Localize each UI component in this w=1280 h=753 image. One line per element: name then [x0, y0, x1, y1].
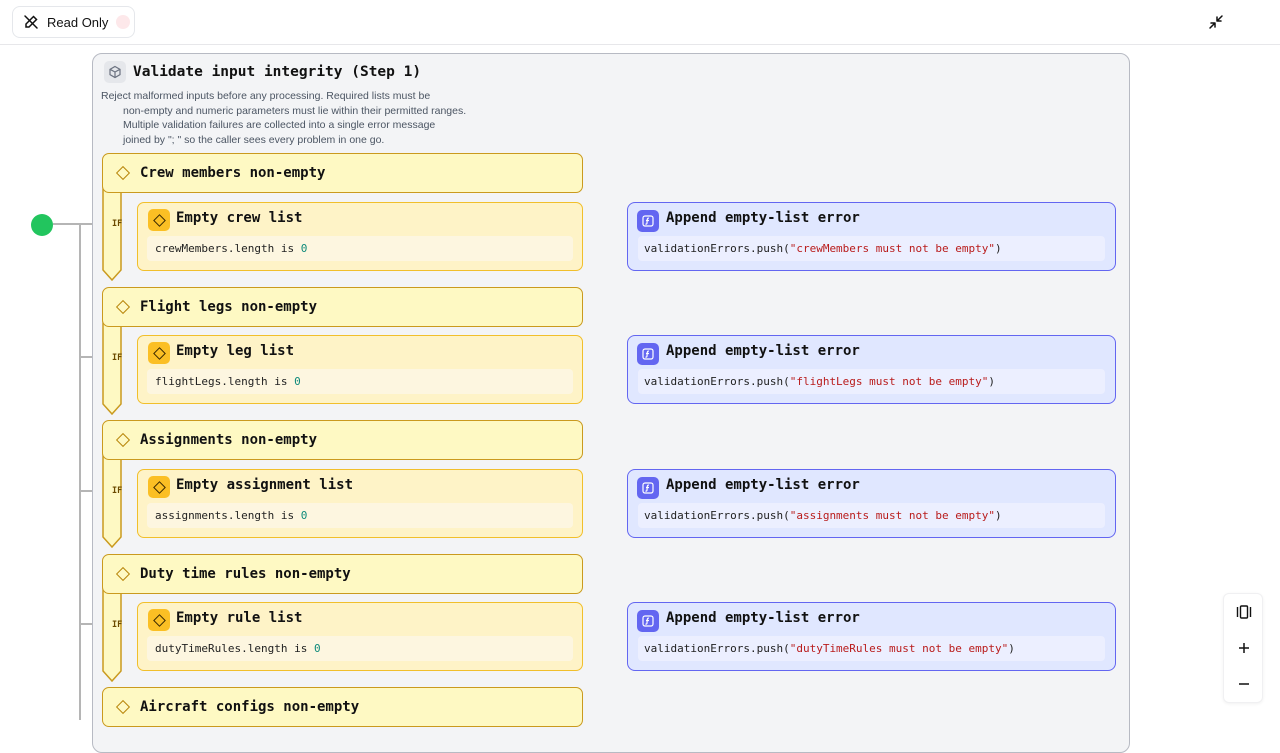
if-badge: IF	[112, 620, 123, 630]
start-node[interactable]	[31, 214, 53, 236]
description-line: Reject malformed inputs before any proce…	[101, 90, 431, 102]
if-header[interactable]: Flight legs non-empty	[102, 287, 583, 327]
diamond-icon	[115, 566, 131, 582]
condition-title: Empty crew list	[176, 210, 303, 226]
if-title: Aircraft configs non-empty	[140, 699, 360, 715]
description-line: non-empty and numeric parameters must li…	[123, 104, 467, 117]
function-icon	[637, 477, 659, 499]
if-badge: IF	[112, 219, 123, 229]
if-title: Flight legs non-empty	[140, 299, 318, 315]
if-header[interactable]: Aircraft configs non-empty	[102, 687, 583, 727]
condition-expression: crewMembers.length is 0	[147, 236, 573, 261]
description-line: Multiple validation failures are collect…	[123, 119, 436, 131]
condition-title: Empty rule list	[176, 610, 303, 626]
group-title: Validate input integrity (Step 1)	[133, 64, 422, 80]
if-title: Duty time rules non-empty	[140, 566, 351, 582]
group-header: Validate input integrity (Step 1)	[104, 61, 421, 83]
condition-node[interactable]: Empty crew list crewMembers.length is 0	[137, 202, 583, 271]
condition-title: Empty assignment list	[176, 477, 354, 493]
fit-view-icon	[1236, 605, 1252, 619]
condition-node[interactable]: Empty leg list flightLegs.length is 0	[137, 335, 583, 404]
action-node[interactable]: Append empty-list error validationErrors…	[627, 202, 1116, 271]
group-description: Reject malformed inputs before any proce…	[101, 89, 521, 147]
if-title: Crew members non-empty	[140, 165, 326, 181]
zoom-out-button[interactable]	[1224, 666, 1264, 702]
if-header[interactable]: Crew members non-empty	[102, 153, 583, 193]
if-badge: IF	[112, 353, 123, 363]
condition-expression: flightLegs.length is 0	[147, 369, 573, 394]
cube-icon	[104, 61, 126, 83]
action-code: validationErrors.push("assignments must …	[638, 503, 1105, 528]
function-icon	[637, 343, 659, 365]
if-header[interactable]: Duty time rules non-empty	[102, 554, 583, 594]
diamond-icon	[148, 342, 170, 364]
zoom-out-icon	[1239, 683, 1249, 685]
condition-node[interactable]: Empty assignment list assignments.length…	[137, 469, 583, 538]
diamond-icon	[115, 165, 131, 181]
diamond-icon	[115, 432, 131, 448]
description-line: joined by "; " so the caller sees every …	[123, 133, 385, 146]
action-title: Append empty-list error	[666, 343, 860, 359]
diamond-icon	[148, 609, 170, 631]
action-node[interactable]: Append empty-list error validationErrors…	[627, 469, 1116, 538]
action-code: validationErrors.push("flightLegs must n…	[638, 369, 1105, 394]
action-code: validationErrors.push("dutyTimeRules mus…	[638, 636, 1105, 661]
condition-expression: assignments.length is 0	[147, 503, 573, 528]
action-title: Append empty-list error	[666, 477, 860, 493]
diamond-icon	[148, 476, 170, 498]
condition-node[interactable]: Empty rule list dutyTimeRules.length is …	[137, 602, 583, 671]
if-title: Assignments non-empty	[140, 432, 318, 448]
function-icon	[637, 210, 659, 232]
if-header[interactable]: Assignments non-empty	[102, 420, 583, 460]
function-icon	[637, 610, 659, 632]
condition-expression: dutyTimeRules.length is 0	[147, 636, 573, 661]
condition-title: Empty leg list	[176, 343, 295, 359]
diamond-icon	[115, 299, 131, 315]
zoom-controls	[1223, 593, 1263, 703]
action-node[interactable]: Append empty-list error validationErrors…	[627, 602, 1116, 671]
action-code: validationErrors.push("crewMembers must …	[638, 236, 1105, 261]
diamond-icon	[115, 699, 131, 715]
action-title: Append empty-list error	[666, 610, 860, 626]
action-node[interactable]: Append empty-list error validationErrors…	[627, 335, 1116, 404]
if-badge: IF	[112, 486, 123, 496]
zoom-in-icon	[1239, 643, 1249, 653]
zoom-in-button[interactable]	[1224, 630, 1264, 666]
action-title: Append empty-list error	[666, 210, 860, 226]
fit-view-button[interactable]	[1224, 594, 1264, 630]
diamond-icon	[148, 209, 170, 231]
